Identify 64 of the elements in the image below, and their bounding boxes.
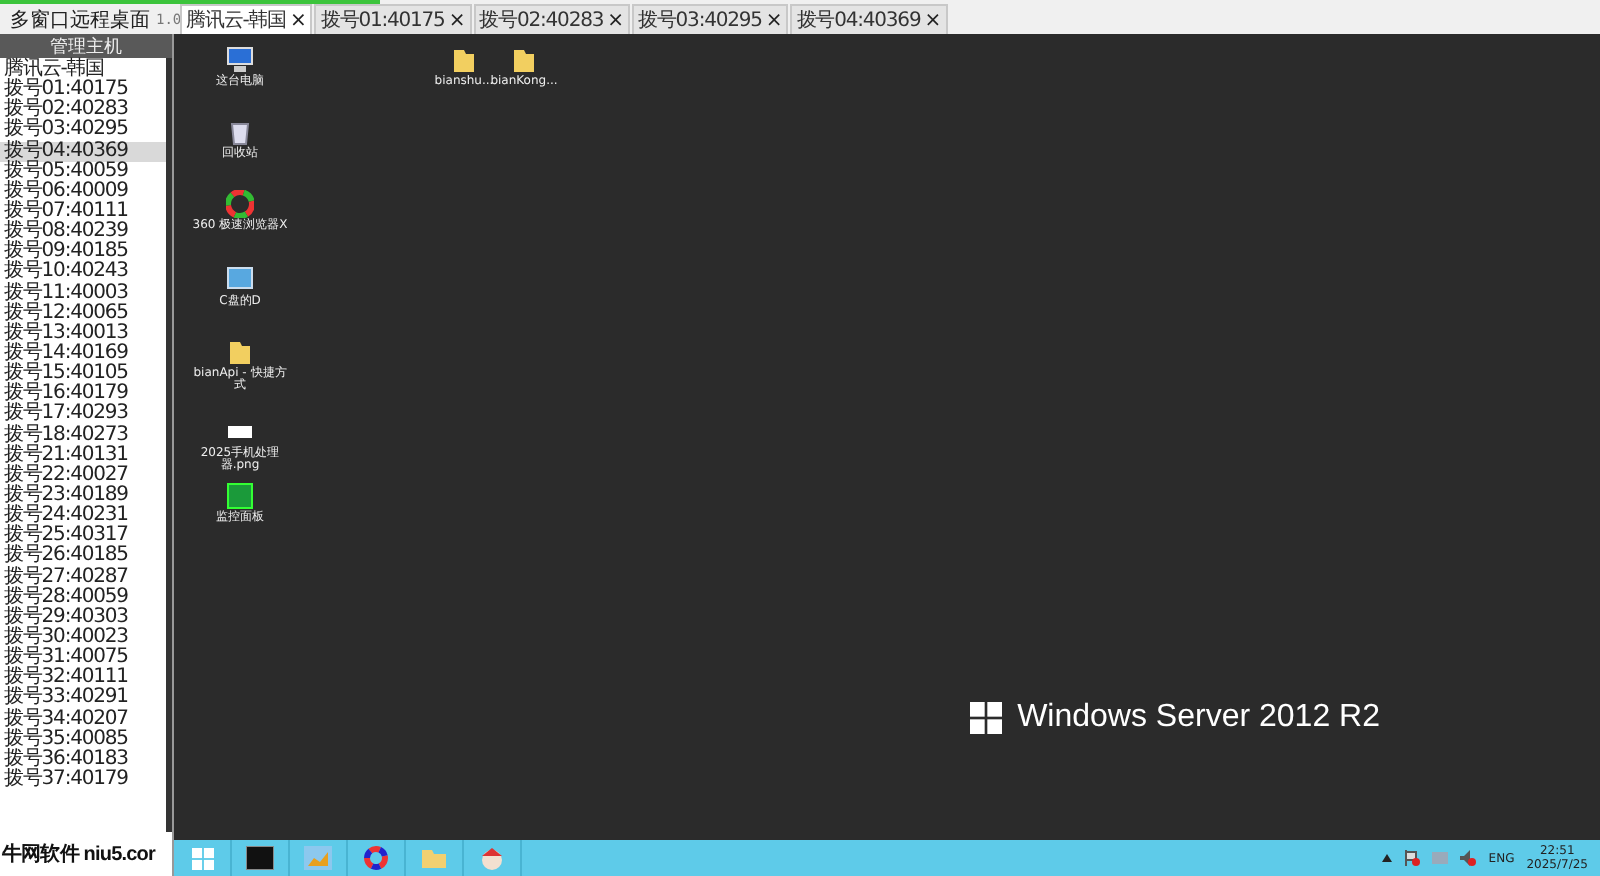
footer-text: 牛网软件 niu5.cor	[0, 841, 158, 870]
folder-icon	[226, 338, 254, 366]
host-item[interactable]: 拨号22:40027	[0, 465, 166, 486]
tab[interactable]: 拨号02:40283 ×	[473, 4, 630, 34]
host-item[interactable]: 拨号02:40283	[0, 100, 166, 121]
host-item[interactable]: 拨号28:40059	[0, 587, 166, 608]
os-branding: Windows Server 2012 R2	[1017, 700, 1380, 736]
monitor-icon	[226, 266, 254, 294]
host-item[interactable]: 拨号13:40013	[0, 323, 166, 344]
host-item[interactable]: 拨号10:40243	[0, 262, 166, 284]
host-item[interactable]: 拨号11:40003	[0, 283, 166, 304]
windows-logo-icon	[969, 702, 1002, 734]
host-item[interactable]: 拨号25:40317	[0, 526, 166, 547]
host-item[interactable]: 拨号12:40065	[0, 303, 166, 324]
tab[interactable]: 拨号04:40369 ×	[790, 4, 948, 34]
host-item[interactable]: 拨号33:40291	[0, 688, 166, 709]
host-item[interactable]: 拨号30:40023	[0, 627, 166, 649]
host-item[interactable]: 拨号35:40085	[0, 729, 166, 750]
host-item[interactable]: 拨号09:40185	[0, 242, 166, 263]
host-item[interactable]: 拨号37:40179	[0, 769, 166, 791]
host-item[interactable]: 拨号06:40009	[0, 181, 166, 202]
host-item[interactable]: 拨号16:40179	[0, 384, 166, 405]
host-item[interactable]: 拨号04:40369	[0, 141, 166, 162]
close-icon[interactable]: ×	[607, 9, 624, 31]
host-item[interactable]: 拨号36:40183	[0, 749, 166, 770]
host-item[interactable]: 拨号21:40131	[0, 445, 166, 466]
host-item[interactable]: 拨号01:40175	[0, 80, 166, 101]
folder-icon	[450, 46, 478, 74]
host-item[interactable]: 拨号29:40303	[0, 607, 166, 628]
host-item[interactable]: 拨号32:40111	[0, 668, 166, 689]
trash-icon	[226, 118, 254, 146]
computer-icon	[226, 46, 254, 74]
close-icon[interactable]: ×	[448, 9, 466, 31]
host-item[interactable]: 拨号15:40105	[0, 364, 166, 385]
host-item[interactable]: 拨号24:40231	[0, 506, 166, 527]
color-wheel-icon[interactable]	[362, 846, 390, 870]
folder-icon	[510, 46, 538, 74]
color-wheel-icon	[226, 190, 254, 218]
host-item[interactable]: 拨号17:40293	[0, 404, 166, 426]
tab[interactable]: 拨号03:40295 ×	[632, 4, 789, 34]
mascot-icon[interactable]	[478, 846, 506, 870]
flag-icon[interactable]	[1404, 850, 1421, 866]
host-item[interactable]: 拨号07:40111	[0, 201, 166, 223]
close-icon[interactable]: ×	[924, 9, 942, 31]
host-item[interactable]: 拨号23:40189	[0, 485, 166, 507]
close-icon[interactable]: ×	[765, 9, 783, 31]
app-title: 多窗口远程桌面	[10, 7, 150, 34]
tab[interactable]: 腾讯云-韩国 ×	[180, 4, 313, 34]
host-item[interactable]: 拨号05:40059	[0, 161, 166, 182]
host-item[interactable]: 拨号08:40239	[0, 222, 166, 243]
host-item[interactable]: 腾讯云-韩国	[0, 60, 166, 81]
host-item[interactable]: 拨号34:40207	[0, 709, 166, 730]
host-item[interactable]: 拨号14:40169	[0, 343, 166, 365]
caret-icon[interactable]	[1382, 854, 1393, 862]
host-item[interactable]: 拨号03:40295	[0, 120, 166, 142]
host-item[interactable]: 拨号31:40075	[0, 648, 166, 669]
host-item[interactable]: 拨号18:40273	[0, 425, 166, 446]
windows-logo-icon	[191, 847, 213, 869]
sidebar-header: 管理主机	[0, 34, 172, 58]
host-item[interactable]: 拨号26:40185	[0, 546, 166, 568]
speaker-icon[interactable]	[1460, 850, 1477, 866]
close-icon[interactable]: ×	[290, 9, 307, 31]
tab[interactable]: 拨号01:40175 ×	[314, 4, 472, 34]
host-item[interactable]: 拨号27:40287	[0, 567, 166, 588]
